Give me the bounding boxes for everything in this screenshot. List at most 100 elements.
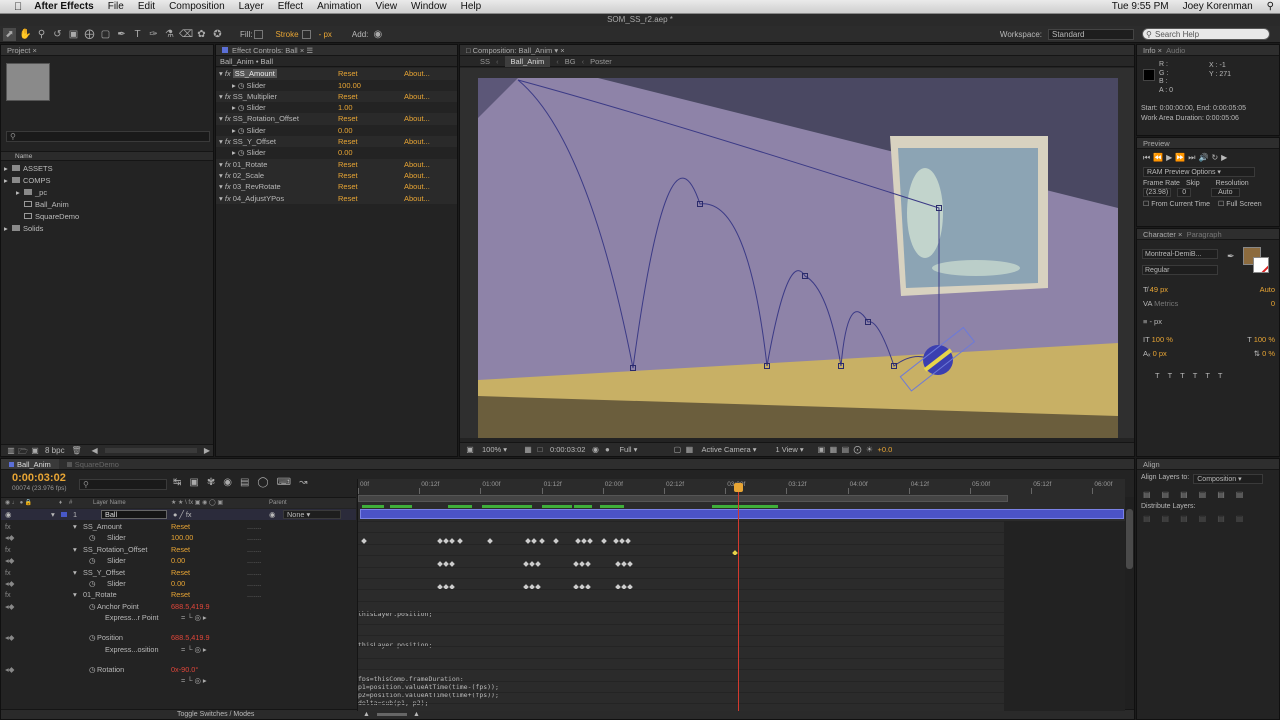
comp-canvas-area[interactable] (460, 68, 1134, 438)
project-item[interactable]: ▸ _pc (4, 187, 212, 199)
text-tool-icon[interactable]: T (131, 28, 144, 41)
fx-switch-icon[interactable]: fx (5, 567, 11, 578)
clock[interactable]: Tue 9:55 PM (1112, 1, 1169, 12)
property-value[interactable]: 688.5,419.9 (171, 632, 210, 643)
parent-header[interactable]: Parent (269, 498, 287, 509)
menu-layer[interactable]: Layer (239, 1, 264, 12)
mask-visibility-icon[interactable]: □ (534, 445, 546, 455)
distribute-buttons[interactable]: ▤▤▤▤▤▤ (1137, 512, 1279, 525)
about-link[interactable]: About... (404, 68, 430, 79)
layer-label-color[interactable] (61, 512, 67, 517)
stroke-color-swatch[interactable] (1253, 257, 1269, 273)
fx-switch-icon[interactable]: ◂◆ (5, 601, 14, 612)
reset-link[interactable]: Reset (338, 113, 404, 124)
new-comp-icon[interactable]: ▣ (29, 446, 41, 456)
vertical-scale-field[interactable]: IT 100 % (1143, 333, 1173, 347)
close-icon[interactable]: × (560, 46, 564, 55)
work-area-bar[interactable] (358, 495, 1008, 502)
apple-icon[interactable]:  (14, 1, 22, 13)
close-icon[interactable]: × (1178, 230, 1182, 239)
timeline-graph[interactable]: 00f00:12f01:00f01:12f02:00f02:12f03:00f0… (357, 479, 1125, 711)
parent-select[interactable]: None ▾ (283, 510, 341, 519)
menu-composition[interactable]: Composition (169, 1, 225, 12)
fx-switch-icon[interactable]: ◂◆ (5, 664, 14, 675)
lock-icon[interactable]: □ (466, 46, 471, 55)
style-select[interactable]: Regular (1142, 265, 1218, 275)
property-row[interactable]: ◂◆ ◷ Rotation 0x-90.0° (1, 664, 356, 675)
app-menu[interactable]: After Effects (34, 1, 93, 12)
workspace-select[interactable]: Standard (1048, 28, 1134, 40)
mute-icon[interactable]: 🔊 (1199, 153, 1209, 163)
fx-switch-icon[interactable]: fx (5, 544, 11, 555)
tracking-field[interactable]: 0 (1271, 297, 1275, 311)
tsume-field[interactable]: ⇅ 0 % (1254, 347, 1275, 361)
reset-link[interactable]: Reset (338, 68, 404, 79)
property-row[interactable]: fx ▾ SS_Amount Reset....... (1, 521, 356, 532)
zoom-select[interactable]: 100% ▾ (482, 445, 522, 454)
property-value[interactable]: Reset (171, 521, 190, 532)
slider-value[interactable]: 1.00 (338, 102, 353, 113)
comp-mini-flowchart-icon[interactable]: ↹ (173, 477, 181, 488)
selection-tool-icon[interactable]: ⬈ (3, 27, 16, 41)
horizontal-scale-field[interactable]: T 100 % (1247, 333, 1275, 347)
full-screen-checkbox[interactable]: ☐ Full Screen (1218, 200, 1262, 208)
stroke-label[interactable]: Stroke (275, 30, 298, 39)
fx-switch-icon[interactable]: fx (5, 589, 11, 600)
add-icon[interactable]: ◉ (371, 28, 384, 41)
toggle-pixel-aspect-icon[interactable]: ▣ (815, 445, 827, 455)
comp-viewer[interactable] (478, 78, 1118, 438)
close-icon[interactable]: × (32, 46, 36, 55)
expression-text[interactable]: fps=thisComp.frameDuration; (358, 675, 464, 683)
bit-depth[interactable]: 8 bpc (45, 446, 65, 455)
reset-link[interactable]: Reset (338, 181, 404, 192)
comp-timecode[interactable]: 0:00:03:02 (550, 445, 585, 454)
baseline-shift-field[interactable]: Aₓ 0 px (1143, 347, 1167, 361)
menu-edit[interactable]: Edit (138, 1, 155, 12)
project-item[interactable]: ▸ ASSETS (4, 163, 212, 175)
effect-row[interactable]: ▾ fx 01_Rotate Reset About... (216, 158, 457, 170)
safe-margins-icon[interactable]: ▦ (522, 445, 534, 455)
project-item[interactable]: Ball_Anim (4, 199, 212, 211)
comp-dropdown-icon[interactable]: ▾ (554, 46, 558, 55)
fast-previews-icon[interactable]: ▦ (827, 445, 839, 455)
composition-tab[interactable]: □ Composition: Ball_Anim ▾ × (460, 45, 1134, 56)
expression-text[interactable]: thisLayer.position; (358, 641, 432, 649)
first-frame-icon[interactable]: ⏮ (1143, 153, 1150, 163)
property-row[interactable]: = └ ◎ ▸ (1, 675, 356, 697)
stopwatch-icon[interactable]: ◷ (89, 555, 95, 566)
roto-brush-tool-icon[interactable]: ✿ (195, 28, 208, 41)
stopwatch-icon[interactable]: ◷ (238, 81, 247, 90)
disclosure-icon[interactable]: ▸ (4, 175, 12, 187)
expression-controls[interactable]: = └ ◎ ▸ (181, 644, 207, 655)
slider-row[interactable]: ▸ ◷ Slider 0.00 (216, 125, 457, 136)
brainstorm-icon[interactable]: ⌨ (277, 477, 291, 488)
disclosure-icon[interactable]: ▸ (4, 223, 12, 235)
zoom-in-icon[interactable]: ▲ (413, 710, 420, 719)
breadcrumb-item[interactable]: Ball_Anim (504, 56, 551, 67)
time-zoom-slider[interactable] (377, 713, 407, 716)
project-item[interactable]: ▸ Solids (4, 223, 212, 235)
project-item[interactable]: ▸ COMPS (4, 175, 212, 187)
property-value[interactable]: 0.00 (171, 555, 185, 566)
align-buttons[interactable]: ▤▤▤▤▤▤ (1137, 488, 1279, 501)
disclosure-icon[interactable]: ▾ (73, 544, 77, 555)
region-of-interest-icon[interactable]: ▢ (671, 445, 683, 455)
breadcrumb-item[interactable]: SS (480, 57, 490, 66)
timeline-search-input[interactable]: ⚲ (79, 479, 167, 490)
camera-tool-icon[interactable]: ▣ (67, 28, 80, 41)
search-help-input[interactable]: ⚲ Search Help (1142, 28, 1270, 40)
layer-name-header[interactable]: Layer Name (93, 498, 126, 509)
property-row[interactable]: ◂◆ ◷ Slider 100.00....... (1, 532, 356, 543)
interpret-footage-icon[interactable]: ▥ (5, 446, 17, 456)
menu-animation[interactable]: Animation (317, 1, 361, 12)
fx-icon[interactable]: fx (225, 171, 233, 180)
about-link[interactable]: About... (404, 91, 430, 102)
pen-tool-icon[interactable]: ✒ (115, 28, 128, 41)
scroll-thumb[interactable] (1126, 509, 1133, 569)
motion-blur-icon[interactable]: ◯ (257, 477, 268, 488)
property-row[interactable]: ◂◆ ◷ Position 688.5,419.9 (1, 632, 356, 643)
hide-shy-icon[interactable]: ◉ (223, 477, 232, 488)
timeline-tab[interactable]: SquareDemo (59, 459, 127, 469)
frame-rate-select[interactable]: (23.98) (1143, 188, 1172, 197)
scroll-right-icon[interactable]: ▶ (201, 446, 213, 456)
